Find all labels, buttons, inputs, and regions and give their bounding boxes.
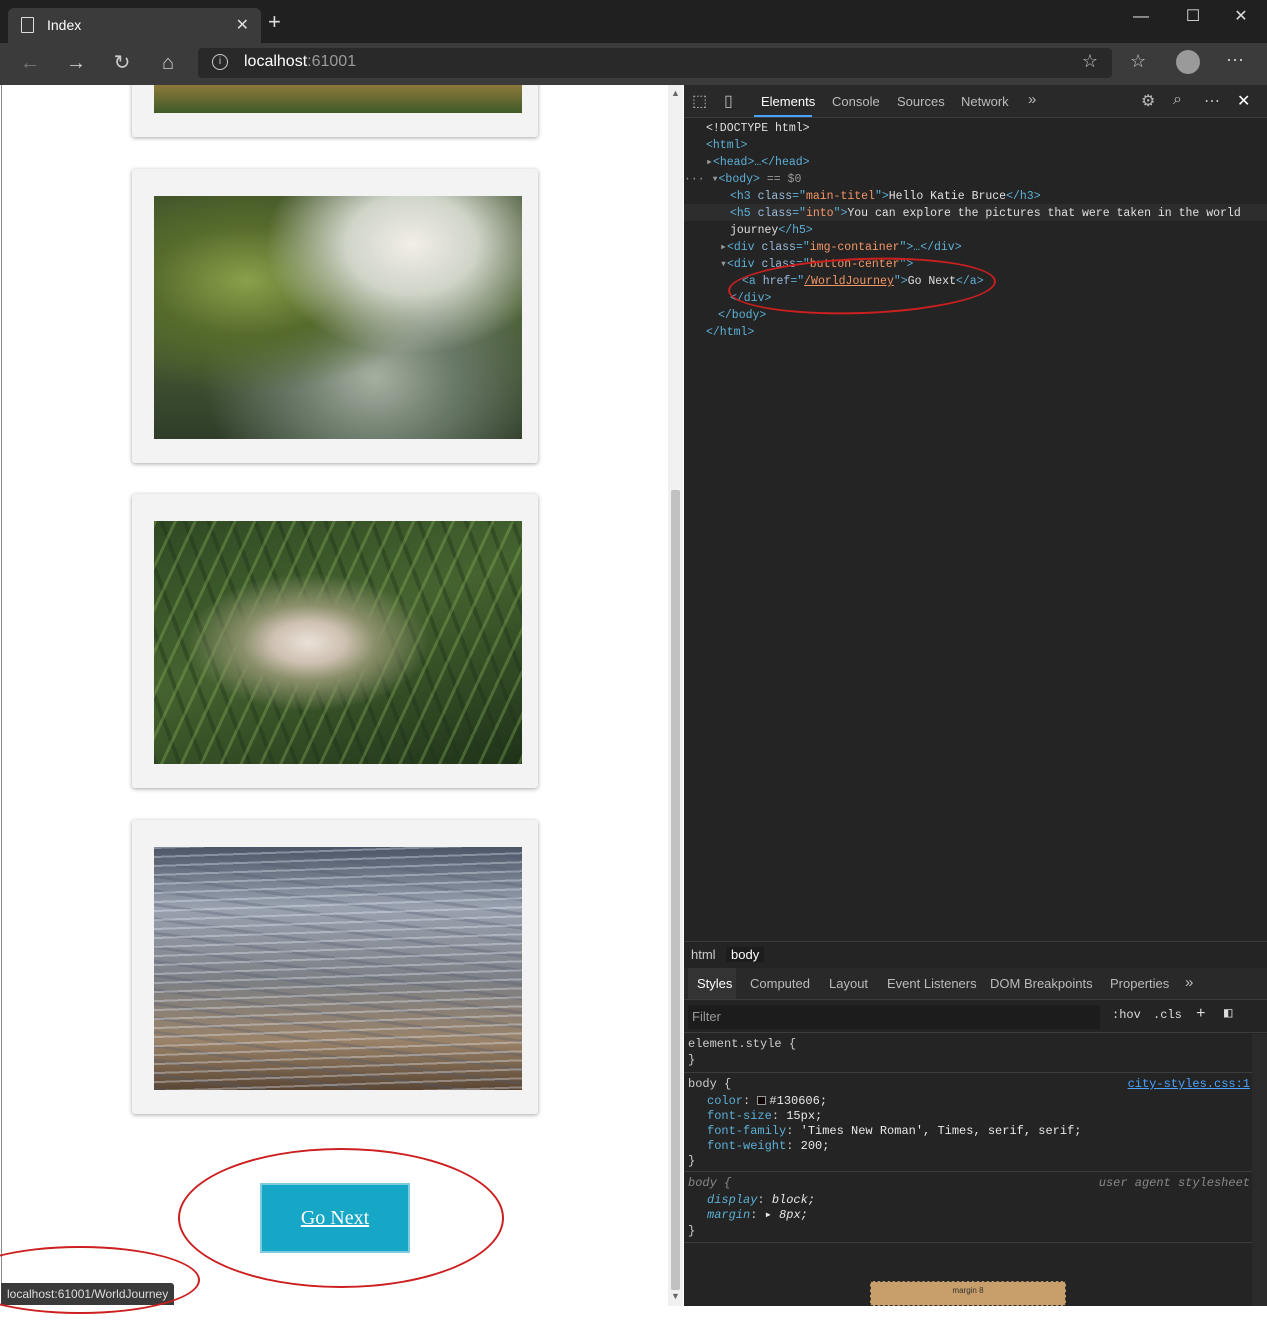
more-style-tabs-icon[interactable]: » xyxy=(1185,974,1193,991)
title-bar: Index ✕ + — ☐ ✕ xyxy=(0,0,1267,43)
toggle-sidebar-icon[interactable]: ◧ xyxy=(1224,1005,1232,1022)
inspect-element-icon[interactable]: ⬚ xyxy=(692,91,707,111)
dom-node[interactable]: </body> xyxy=(718,307,766,324)
photo-image xyxy=(154,521,522,764)
breadcrumb-body[interactable]: body xyxy=(726,947,765,962)
dom-node[interactable]: <!DOCTYPE html> xyxy=(706,120,810,137)
rule-source-link[interactable]: city-styles.css:1 xyxy=(1128,1077,1250,1092)
page-scrollbar[interactable]: ▲ ▼ xyxy=(668,85,683,1306)
rule-close: } xyxy=(688,1053,696,1067)
box-model-margin: margin 8 xyxy=(870,1281,1066,1306)
favorite-star-icon[interactable]: ☆ xyxy=(1082,51,1098,72)
breadcrumb: html body xyxy=(684,941,1267,968)
css-property[interactable]: font-weight: 200; xyxy=(707,1139,829,1154)
tab-elements[interactable]: Elements xyxy=(761,94,815,109)
feedback-icon[interactable]: ⌕ xyxy=(1173,91,1182,109)
close-window-button[interactable]: ✕ xyxy=(1218,6,1264,34)
more-options-icon[interactable]: ⋯ xyxy=(1204,91,1220,111)
class-toggle-button[interactable]: .cls xyxy=(1153,1008,1182,1022)
annotation-circle xyxy=(178,1148,504,1288)
photo-image xyxy=(154,85,522,113)
rule-selector[interactable]: body { xyxy=(688,1077,731,1092)
tab-event-listeners[interactable]: Event Listeners xyxy=(887,976,977,991)
dom-node-selected[interactable]: ··· ▾<body> == $0 xyxy=(684,171,801,188)
rule-selector[interactable]: element.style { xyxy=(688,1037,796,1052)
page-viewport: Go Next xyxy=(1,85,667,1306)
rule-divider xyxy=(684,1072,1252,1073)
tab-layout[interactable]: Layout xyxy=(829,976,868,991)
new-tab-button[interactable]: + xyxy=(268,11,281,33)
hover-state-button[interactable]: :hov xyxy=(1112,1008,1141,1022)
minimize-button[interactable]: — xyxy=(1118,6,1164,34)
photo-card xyxy=(132,169,538,463)
tab-sources[interactable]: Sources xyxy=(897,94,945,109)
back-icon[interactable]: ← xyxy=(14,50,46,78)
photo-card xyxy=(132,820,538,1114)
home-icon[interactable]: ⌂ xyxy=(152,50,184,78)
close-devtools-icon[interactable]: ✕ xyxy=(1237,91,1250,111)
settings-menu-icon[interactable]: ⋯ xyxy=(1226,50,1244,71)
dom-node[interactable]: </html> xyxy=(706,324,754,341)
ua-rule-selector: body { xyxy=(688,1176,732,1190)
dom-node-text: journey</h5> xyxy=(730,224,813,237)
more-tabs-icon[interactable]: » xyxy=(1028,91,1036,108)
maximize-button[interactable]: ☐ xyxy=(1170,6,1216,34)
browser-tab[interactable]: Index ✕ xyxy=(8,8,261,43)
rule-close: } xyxy=(688,1224,696,1238)
tab-properties[interactable]: Properties xyxy=(1110,976,1169,991)
tab-title: Index xyxy=(47,17,82,33)
photo-card xyxy=(132,494,538,788)
info-icon[interactable]: i xyxy=(212,54,228,70)
forward-icon[interactable]: → xyxy=(60,50,92,78)
profile-avatar[interactable] xyxy=(1176,50,1200,74)
page-icon xyxy=(21,17,34,33)
rule-close: } xyxy=(688,1154,696,1168)
dom-node[interactable]: ▸<head>…</head> xyxy=(706,154,810,171)
ua-property: margin: ▸ 8px; xyxy=(707,1208,808,1222)
tab-close-icon[interactable]: ✕ xyxy=(236,15,249,35)
styles-filter-row: Filter :hov .cls + ◧ xyxy=(684,1001,1267,1033)
tab-console[interactable]: Console xyxy=(832,94,880,109)
scroll-down-icon[interactable]: ▼ xyxy=(668,1291,683,1301)
tab-dom-breakpoints[interactable]: DOM Breakpoints xyxy=(990,976,1093,991)
refresh-icon[interactable]: ↻ xyxy=(106,50,138,78)
photo-image xyxy=(154,196,522,439)
tab-network[interactable]: Network xyxy=(961,94,1009,109)
address-bar[interactable]: i localhost:61001 ☆ xyxy=(198,48,1112,78)
styles-filter-input[interactable]: Filter xyxy=(688,1005,1100,1029)
breadcrumb-html[interactable]: html xyxy=(686,947,721,962)
scrollbar-thumb[interactable] xyxy=(671,490,680,1290)
photo-card xyxy=(132,85,538,137)
rule-divider xyxy=(684,1242,1252,1243)
rule-divider xyxy=(684,1171,1252,1172)
url-text: localhost:61001 xyxy=(244,53,357,70)
css-property[interactable]: font-family: 'Times New Roman', Times, s… xyxy=(707,1124,1081,1139)
css-property[interactable]: color: #130606; xyxy=(707,1094,827,1109)
styles-scrollbar[interactable] xyxy=(1252,1034,1267,1306)
css-property[interactable]: font-size: 15px; xyxy=(707,1109,822,1124)
dom-node[interactable]: <h3 class="main-titel">Hello Katie Bruce… xyxy=(730,188,1041,205)
ua-source-label: user agent stylesheet xyxy=(1098,1176,1250,1190)
dom-node[interactable]: <h5 class="into">You can explore the pic… xyxy=(730,205,1241,222)
gear-icon[interactable]: ⚙ xyxy=(1141,91,1155,111)
color-swatch[interactable] xyxy=(757,1096,767,1105)
photo-image xyxy=(154,847,522,1090)
dom-node[interactable]: <html> xyxy=(706,137,747,154)
favorites-icon[interactable]: ☆ xyxy=(1130,51,1146,72)
tab-computed[interactable]: Computed xyxy=(750,976,810,991)
tab-styles[interactable]: Styles xyxy=(697,976,732,991)
device-toolbar-icon[interactable]: ▯ xyxy=(724,91,733,111)
ua-property: display: block; xyxy=(707,1193,816,1207)
styles-tabbar: Styles Computed Layout Event Listeners D… xyxy=(684,968,1267,1000)
active-tab-indicator xyxy=(754,115,812,117)
devtools-tabbar: ⬚ ▯ Elements Console Sources Network » ⚙… xyxy=(684,85,1267,118)
scroll-up-icon[interactable]: ▲ xyxy=(668,88,683,98)
new-rule-button[interactable]: + xyxy=(1196,1005,1206,1023)
dom-node[interactable]: ▸<div class="img-container">…</div> xyxy=(720,239,962,256)
